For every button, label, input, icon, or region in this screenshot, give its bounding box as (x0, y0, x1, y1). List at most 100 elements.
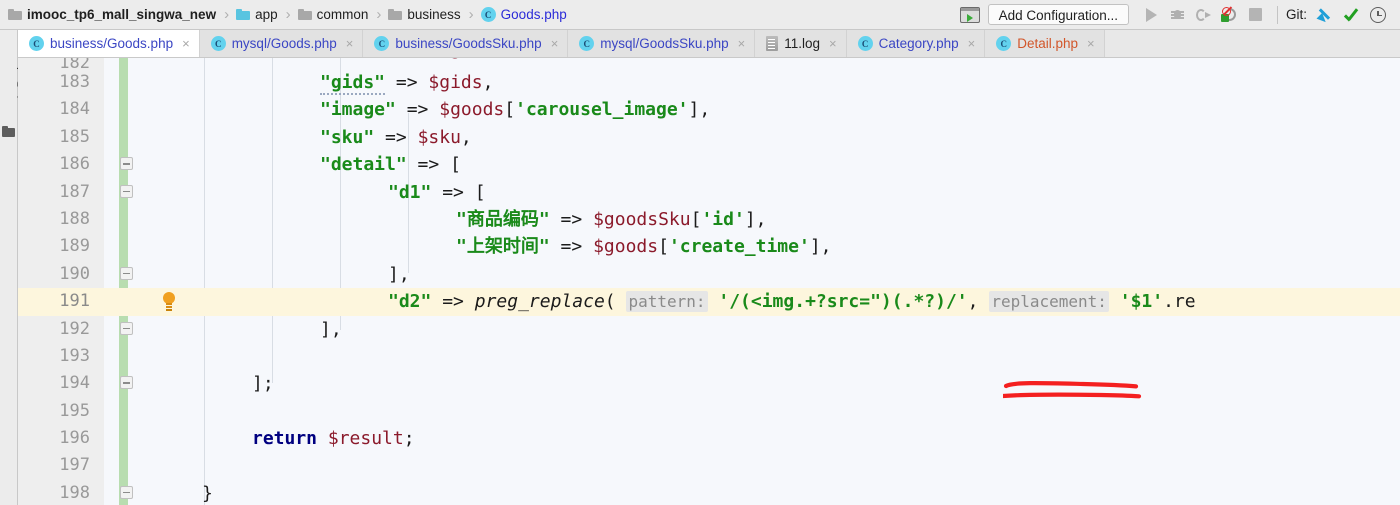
run-icon (1146, 7, 1158, 22)
token-variable: $goods (593, 236, 659, 258)
tab-mysql-goodssku-php[interactable]: C mysql/GoodsSku.php × (568, 30, 756, 57)
git-commit-button[interactable] (1339, 2, 1365, 28)
code-line[interactable]: 187 "d1" => [ (18, 179, 1400, 206)
token-string: 'create_time' (668, 236, 810, 258)
token-string: "gids" (320, 72, 386, 95)
line-content: "上架时间" => $goods['create_time'], (136, 233, 832, 260)
php-class-icon: C (210, 36, 226, 51)
token-bracket: [ (537, 58, 548, 60)
token-operator: => (442, 291, 464, 313)
close-icon[interactable]: × (346, 37, 354, 50)
code-line[interactable]: 190 ], (18, 261, 1400, 288)
close-icon[interactable]: × (829, 37, 837, 50)
code-lines[interactable]: 182 "stock" => $goodsSku['stock'], 183 "… (18, 58, 1400, 505)
token-bracket: ] (744, 208, 756, 230)
folder-icon (2, 126, 15, 137)
code-fold-toggle[interactable] (120, 184, 133, 198)
git-label: Git: (1285, 7, 1307, 22)
code-line[interactable]: 182 "stock" => $goodsSku['stock'], (18, 58, 1400, 69)
code-line[interactable]: 185 "sku" => $sku, (18, 124, 1400, 151)
no-entry-badge-icon (1222, 6, 1232, 16)
code-fold-toggle[interactable] (120, 485, 133, 499)
close-icon[interactable]: × (182, 37, 190, 50)
code-line[interactable]: 196 return $result; (18, 425, 1400, 452)
code-fold-toggle[interactable] (120, 266, 133, 280)
line-number: 190 (59, 263, 90, 284)
code-line[interactable]: 194 ]; (18, 370, 1400, 397)
breadcrumb-separator-icon: › (376, 6, 382, 23)
code-line[interactable]: 197 (18, 452, 1400, 479)
code-line[interactable]: 195 (18, 398, 1400, 425)
tab-11-log[interactable]: 11.log × (755, 30, 847, 57)
tab-business-goodssku-php[interactable]: C business/GoodsSku.php × (363, 30, 569, 57)
tab-mysql-goods-php[interactable]: C mysql/Goods.php × (200, 30, 364, 57)
code-fold-toggle[interactable] (120, 157, 133, 171)
run-configuration-icon[interactable] (959, 6, 980, 23)
breadcrumb-item-common[interactable]: common (297, 0, 368, 30)
line-content: ]; (136, 370, 274, 397)
close-icon[interactable]: × (1087, 37, 1095, 50)
php-class-icon: C (857, 36, 873, 51)
line-number: 191 (59, 291, 90, 312)
run-button[interactable] (1139, 2, 1165, 28)
code-line[interactable]: 198 } (18, 480, 1400, 505)
line-content: "商品编码" => $goodsSku['id'], (136, 206, 767, 233)
debug-button[interactable] (1165, 2, 1191, 28)
php-class-icon: C (480, 7, 496, 22)
editor-tab-bar: C business/Goods.php × C mysql/Goods.php… (18, 30, 1400, 58)
git-history-icon (1370, 6, 1386, 23)
code-line[interactable]: 193 (18, 343, 1400, 370)
token-string: "image" (320, 99, 396, 121)
code-line[interactable]: 186 "detail" => [ (18, 151, 1400, 178)
php-class-icon: C (374, 36, 390, 51)
token-comma: , (460, 126, 472, 148)
tab-business-goods-php[interactable]: C business/Goods.php × (18, 30, 200, 57)
git-update-project-button[interactable] (1313, 2, 1339, 28)
code-fold-toggle[interactable] (120, 376, 133, 390)
breadcrumb-separator-icon: › (224, 6, 230, 23)
code-editor[interactable]: 182 "stock" => $goodsSku['stock'], 183 "… (18, 58, 1400, 505)
token-brace: } (202, 482, 213, 504)
code-line[interactable]: 188 "商品编码" => $goodsSku['id'], (18, 206, 1400, 233)
code-line-current[interactable]: 191 "d2" => preg_replace( pattern: '/(<i… (18, 288, 1400, 316)
breadcrumb-item-file[interactable]: C Goods.php (480, 0, 567, 30)
code-fold-toggle[interactable] (120, 321, 133, 335)
token-variable: $gids (428, 72, 483, 93)
breadcrumb-item-business[interactable]: business (388, 0, 461, 30)
folder-icon (297, 9, 312, 20)
close-icon[interactable]: × (738, 37, 746, 50)
token-semicolon: ; (403, 428, 415, 450)
git-history-button[interactable] (1365, 2, 1391, 28)
token-variable: $goodsSku (439, 58, 537, 60)
breadcrumb-item-app[interactable]: app (236, 0, 278, 30)
attach-debugger-button[interactable] (1191, 2, 1217, 28)
token-string: "d2" (388, 291, 432, 313)
stop-button[interactable] (1243, 2, 1269, 28)
breadcrumb-separator-icon: › (468, 6, 474, 23)
folder-icon (388, 9, 403, 20)
tab-detail-php[interactable]: C Detail.php × (985, 30, 1105, 57)
add-configuration-button[interactable]: Add Configuration... (987, 4, 1129, 25)
line-content: } (136, 480, 213, 505)
lightbulb-icon[interactable] (162, 292, 176, 310)
close-icon[interactable]: × (551, 37, 559, 50)
toolbar-divider (1276, 5, 1278, 24)
token-bracket: [ (504, 99, 516, 121)
token-bracket: [ (450, 154, 461, 176)
code-line[interactable]: 184 "image" => $goods['carousel_image'], (18, 96, 1400, 123)
token-variable: $result (327, 428, 404, 450)
main-toolbar: imooc_tp6_mall_singwa_new › app › common… (0, 0, 1400, 30)
tab-category-php[interactable]: C Category.php × (847, 30, 986, 57)
line-content: "d2" => preg_replace( pattern: '/(<img.+… (136, 288, 1196, 315)
line-number: 194 (59, 373, 90, 394)
code-line[interactable]: 189 "上架时间" => $goods['create_time'], (18, 233, 1400, 260)
close-icon[interactable]: × (968, 37, 976, 50)
token-operator: => (385, 126, 407, 148)
line-number: 187 (59, 181, 90, 202)
code-line[interactable]: 192 ], (18, 316, 1400, 343)
token-string: '/(<img.+?src=")(.*?)/' (718, 291, 968, 313)
code-line[interactable]: 183 "gids" => $gids, (18, 69, 1400, 96)
breadcrumb-item-project[interactable]: imooc_tp6_mall_singwa_new (8, 0, 216, 30)
tab-bar-filler (1104, 30, 1400, 57)
stop-listening-button[interactable] (1217, 2, 1243, 28)
